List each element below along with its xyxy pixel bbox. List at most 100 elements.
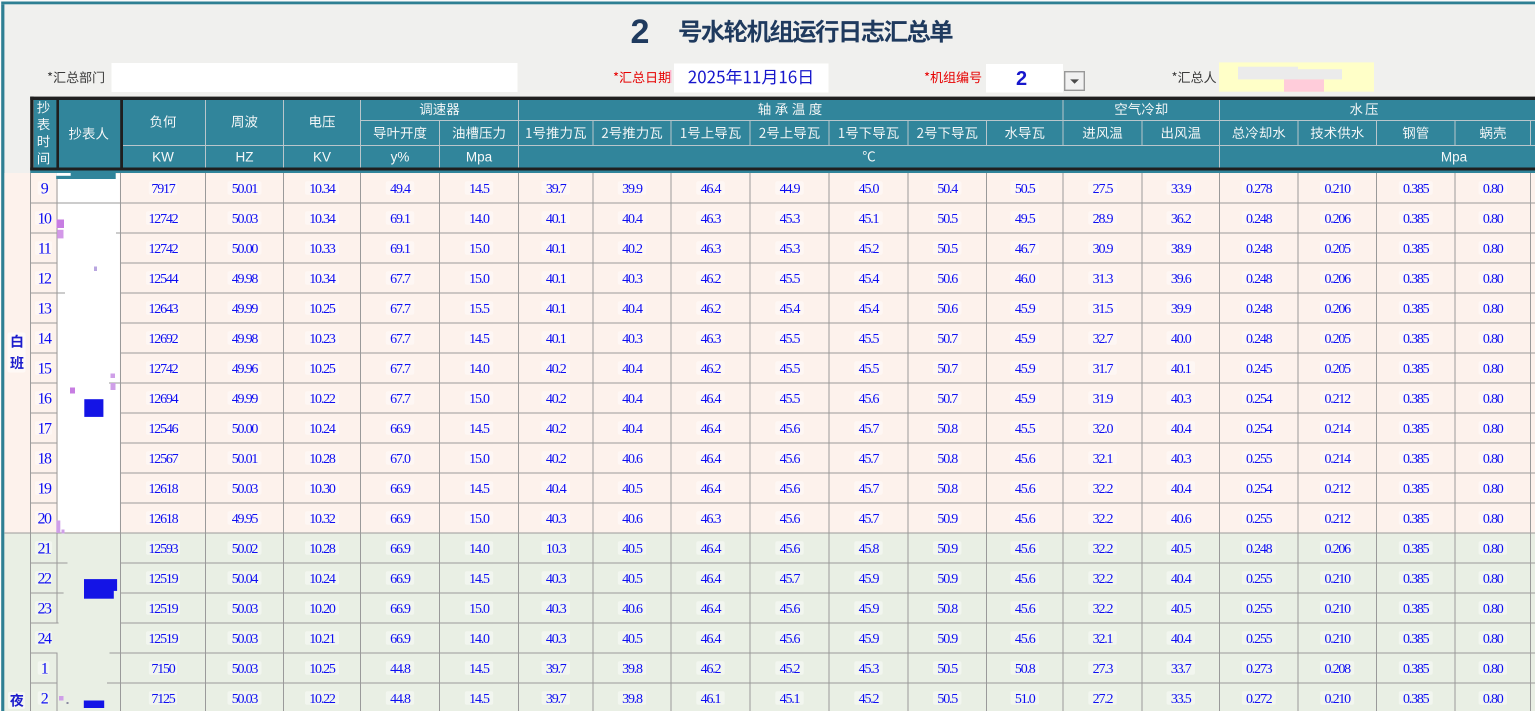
svg-text:0.385: 0.385 <box>1403 662 1430 677</box>
svg-text:50.6: 50.6 <box>937 302 958 317</box>
svg-text:66.9: 66.9 <box>390 512 411 527</box>
svg-text:y%: y% <box>391 149 410 164</box>
svg-text:50.03: 50.03 <box>232 632 259 647</box>
svg-text:13: 13 <box>38 301 53 318</box>
svg-text:49.99: 49.99 <box>232 392 259 407</box>
svg-text:12643: 12643 <box>148 302 178 317</box>
svg-text:Mpa: Mpa <box>1441 149 1468 164</box>
svg-text:12: 12 <box>38 271 53 288</box>
svg-text:50.03: 50.03 <box>232 692 259 707</box>
svg-text:50.5: 50.5 <box>1015 182 1036 197</box>
svg-text:32.1: 32.1 <box>1093 452 1114 467</box>
svg-text:45.5: 45.5 <box>780 362 801 377</box>
svg-text:21: 21 <box>38 541 53 558</box>
svg-text:14.0: 14.0 <box>469 542 490 557</box>
svg-text:0.248: 0.248 <box>1246 332 1273 347</box>
svg-text:0.385: 0.385 <box>1403 182 1430 197</box>
svg-text:12567: 12567 <box>148 452 178 467</box>
svg-text:46.4: 46.4 <box>701 392 722 407</box>
svg-text:46.4: 46.4 <box>701 422 722 437</box>
svg-text:0.205: 0.205 <box>1324 362 1351 377</box>
svg-text:0.80: 0.80 <box>1483 302 1504 317</box>
svg-text:40.1: 40.1 <box>546 212 567 227</box>
svg-text:45.4: 45.4 <box>780 302 801 317</box>
svg-text:66.9: 66.9 <box>390 542 411 557</box>
svg-text:46.3: 46.3 <box>701 332 722 347</box>
svg-text:45.3: 45.3 <box>780 212 801 227</box>
svg-text:0.214: 0.214 <box>1324 422 1351 437</box>
svg-text:0.80: 0.80 <box>1483 602 1504 617</box>
svg-text:40.4: 40.4 <box>1171 422 1192 437</box>
svg-text:45.8: 45.8 <box>859 542 880 557</box>
svg-text:0.206: 0.206 <box>1324 272 1351 287</box>
svg-text:19: 19 <box>38 481 53 498</box>
svg-text:45.7: 45.7 <box>859 482 880 497</box>
svg-text:32.2: 32.2 <box>1093 512 1114 527</box>
svg-text:39.9: 39.9 <box>622 182 643 197</box>
svg-text:7125: 7125 <box>151 692 175 707</box>
svg-text:33.5: 33.5 <box>1171 692 1192 707</box>
svg-text:0.255: 0.255 <box>1246 452 1273 467</box>
svg-text:0.385: 0.385 <box>1403 302 1430 317</box>
svg-text:0.385: 0.385 <box>1403 422 1430 437</box>
svg-text:49.96: 49.96 <box>232 362 259 377</box>
svg-text:46.2: 46.2 <box>701 362 722 377</box>
svg-text:49.99: 49.99 <box>232 302 259 317</box>
svg-text:0.385: 0.385 <box>1403 572 1430 587</box>
svg-text:45.5: 45.5 <box>780 332 801 347</box>
svg-text:10.32: 10.32 <box>309 512 336 527</box>
svg-text:50.5: 50.5 <box>937 212 958 227</box>
svg-text:45.6: 45.6 <box>780 512 801 527</box>
svg-text:49.95: 49.95 <box>232 512 259 527</box>
svg-text:50.03: 50.03 <box>232 212 259 227</box>
svg-text:10.3: 10.3 <box>546 542 567 557</box>
svg-text:14.5: 14.5 <box>469 422 490 437</box>
svg-text:14.5: 14.5 <box>469 182 490 197</box>
svg-text:40.3: 40.3 <box>622 272 643 287</box>
svg-text:66.9: 66.9 <box>390 422 411 437</box>
svg-text:0.80: 0.80 <box>1483 242 1504 257</box>
svg-text:12618: 12618 <box>148 482 178 497</box>
svg-text:32.2: 32.2 <box>1093 602 1114 617</box>
svg-text:40.4: 40.4 <box>622 362 643 377</box>
svg-text:40.4: 40.4 <box>546 482 567 497</box>
svg-text:67.7: 67.7 <box>390 362 411 377</box>
svg-text:46.4: 46.4 <box>701 182 722 197</box>
svg-text:14: 14 <box>38 331 53 348</box>
svg-text:50.8: 50.8 <box>937 602 958 617</box>
svg-text:45.7: 45.7 <box>859 422 880 437</box>
svg-text:40.3: 40.3 <box>1171 452 1192 467</box>
svg-text:15.5: 15.5 <box>469 302 490 317</box>
svg-text:40.2: 40.2 <box>546 392 567 407</box>
svg-text:66.9: 66.9 <box>390 572 411 587</box>
svg-text:67.7: 67.7 <box>390 392 411 407</box>
svg-text:46.4: 46.4 <box>701 572 722 587</box>
svg-text:10.34: 10.34 <box>309 272 336 287</box>
svg-text:45.1: 45.1 <box>780 692 801 707</box>
svg-text:KW: KW <box>152 149 174 164</box>
svg-text:0.385: 0.385 <box>1403 602 1430 617</box>
svg-text:12546: 12546 <box>148 422 178 437</box>
svg-text:40.3: 40.3 <box>546 602 567 617</box>
svg-text:0.385: 0.385 <box>1403 692 1430 707</box>
svg-text:0.210: 0.210 <box>1324 182 1351 197</box>
svg-text:40.2: 40.2 <box>546 422 567 437</box>
svg-text:46.2: 46.2 <box>701 272 722 287</box>
svg-text:45.6: 45.6 <box>780 602 801 617</box>
svg-text:45.3: 45.3 <box>859 662 880 677</box>
svg-text:14.5: 14.5 <box>469 572 490 587</box>
svg-text:46.4: 46.4 <box>701 602 722 617</box>
svg-text:50.04: 50.04 <box>232 572 259 587</box>
svg-text:40.1: 40.1 <box>546 332 567 347</box>
svg-text:32.2: 32.2 <box>1093 572 1114 587</box>
svg-text:49.4: 49.4 <box>390 182 411 197</box>
svg-text:40.5: 40.5 <box>1171 602 1192 617</box>
svg-text:10.22: 10.22 <box>309 392 336 407</box>
svg-text:40.1: 40.1 <box>1171 362 1192 377</box>
svg-text:40.6: 40.6 <box>622 602 643 617</box>
svg-text:49.98: 49.98 <box>232 272 259 287</box>
svg-text:0.80: 0.80 <box>1483 482 1504 497</box>
svg-text:40.4: 40.4 <box>622 212 643 227</box>
svg-text:0.272: 0.272 <box>1246 692 1273 707</box>
svg-text:12593: 12593 <box>148 542 178 557</box>
